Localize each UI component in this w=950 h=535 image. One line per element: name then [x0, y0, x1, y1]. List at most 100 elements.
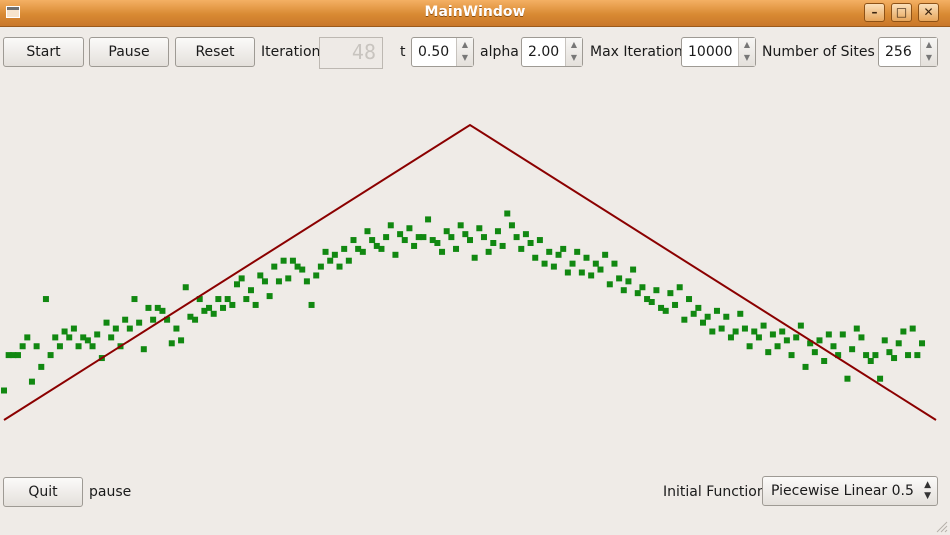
data-point	[606, 281, 613, 288]
data-point	[257, 272, 264, 279]
data-point	[602, 251, 609, 258]
data-point	[140, 346, 147, 353]
data-point	[275, 278, 282, 285]
data-point	[686, 296, 693, 303]
data-point	[89, 343, 96, 350]
maximize-button[interactable]: □	[891, 3, 912, 22]
data-point	[150, 316, 157, 323]
data-point	[341, 245, 348, 252]
data-point	[345, 257, 352, 264]
data-point	[527, 240, 534, 246]
data-point	[676, 284, 683, 291]
reset-button[interactable]: Reset	[175, 37, 255, 67]
spin-arrows-icon[interactable]: ▲ ▼	[456, 38, 473, 66]
title-bar[interactable]: MainWindow – □ ✕	[0, 0, 950, 27]
data-point	[369, 237, 376, 244]
data-point	[289, 257, 296, 264]
data-point	[210, 310, 217, 317]
data-point	[387, 222, 394, 229]
minimize-button[interactable]: –	[864, 3, 885, 22]
data-point	[112, 325, 119, 332]
sites-spinbox[interactable]: 256 ▲ ▼	[878, 37, 938, 67]
data-point	[900, 328, 907, 335]
data-point	[108, 334, 115, 341]
data-point	[401, 237, 408, 244]
data-point	[252, 301, 259, 308]
data-point	[592, 260, 599, 267]
combo-arrows-icon: ▲ ▼	[924, 480, 931, 501]
data-point	[709, 328, 716, 335]
data-point	[886, 349, 893, 356]
data-point	[327, 257, 334, 264]
alpha-spinbox[interactable]: 2.00 ▲ ▼	[521, 37, 583, 67]
close-button[interactable]: ✕	[918, 3, 939, 22]
data-point	[206, 304, 213, 311]
data-point	[825, 331, 832, 338]
data-point	[103, 319, 110, 326]
max-iteration-value: 10000	[688, 44, 733, 60]
data-point	[224, 296, 231, 303]
pause-button[interactable]: Pause	[89, 37, 169, 67]
data-point	[532, 254, 539, 261]
iteration-label: Iteration	[261, 44, 321, 60]
data-point	[877, 375, 884, 382]
data-point	[299, 266, 306, 273]
data-point	[406, 225, 413, 232]
data-point	[830, 343, 837, 350]
data-point	[173, 325, 180, 332]
data-point	[280, 257, 287, 264]
data-point	[844, 375, 851, 382]
data-point	[625, 278, 632, 285]
data-point	[33, 343, 40, 350]
data-point	[182, 284, 189, 291]
data-point	[443, 228, 450, 235]
start-button[interactable]: Start	[3, 37, 84, 67]
max-iteration-label: Max Iteration	[590, 44, 683, 60]
data-point	[178, 337, 185, 344]
data-point	[247, 287, 254, 294]
data-point	[891, 355, 898, 362]
data-point	[411, 242, 418, 249]
status-text: pause	[89, 484, 132, 500]
quit-button[interactable]: Quit	[3, 477, 83, 507]
sites-value: 256	[885, 44, 912, 60]
data-point	[66, 334, 73, 341]
data-point	[229, 301, 236, 308]
data-point	[471, 254, 478, 261]
data-point	[839, 331, 846, 338]
data-point	[751, 328, 758, 335]
sites-label: Number of Sites	[762, 44, 875, 60]
data-point	[24, 334, 31, 341]
spin-arrows-icon[interactable]: ▲ ▼	[565, 38, 582, 66]
line-series	[3, 123, 937, 421]
data-point	[634, 290, 641, 297]
data-point	[667, 290, 674, 297]
data-point	[434, 240, 441, 246]
data-point	[145, 304, 152, 311]
data-point	[303, 278, 310, 285]
data-point	[672, 301, 679, 308]
data-point	[322, 248, 329, 255]
data-point	[504, 210, 511, 217]
data-point	[737, 310, 744, 317]
data-point	[583, 254, 590, 261]
data-point	[755, 334, 762, 341]
data-point	[397, 231, 404, 238]
plot-area	[1, 123, 937, 421]
initial-function-select[interactable]: Piecewise Linear 0.5 ▲ ▼	[762, 476, 938, 506]
data-point	[560, 245, 567, 252]
data-point	[425, 216, 432, 223]
data-point	[550, 263, 557, 270]
data-point	[723, 313, 730, 320]
data-point	[802, 363, 809, 370]
t-spinbox[interactable]: 0.50 ▲ ▼	[411, 37, 474, 67]
resize-grip-icon[interactable]	[934, 519, 948, 533]
max-iteration-spinbox[interactable]: 10000 ▲ ▼	[681, 37, 756, 67]
spin-arrows-icon[interactable]: ▲ ▼	[738, 38, 755, 66]
spin-arrows-icon[interactable]: ▲ ▼	[920, 38, 937, 66]
data-point	[52, 334, 59, 341]
data-point	[881, 337, 888, 344]
data-point	[490, 240, 497, 246]
data-point	[546, 248, 553, 255]
data-point	[131, 296, 138, 303]
